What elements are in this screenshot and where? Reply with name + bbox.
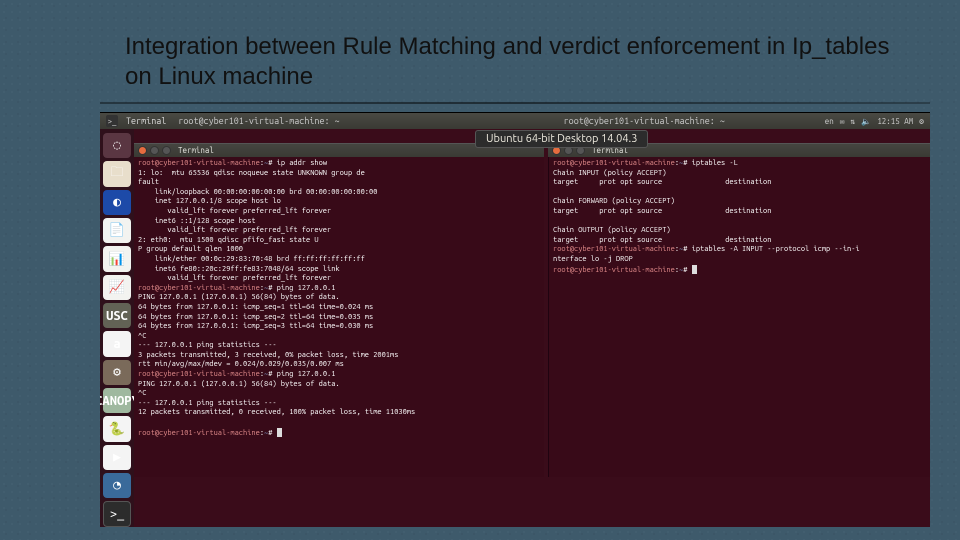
- software-center-icon[interactable]: USC: [103, 303, 131, 328]
- terminal-icon: >_: [106, 115, 118, 127]
- writer-icon[interactable]: 📄: [103, 218, 131, 243]
- close-icon[interactable]: [138, 146, 147, 155]
- menubar-tab-1[interactable]: root@cyber101-virtual-machine: ~: [178, 116, 339, 126]
- mail-indicator-icon[interactable]: ✉: [840, 117, 845, 126]
- menubar-app-name: Terminal: [126, 116, 166, 126]
- network-indicator-icon[interactable]: ⇅: [851, 117, 856, 126]
- lang-indicator-icon[interactable]: en: [825, 117, 834, 126]
- window-title: Terminal: [178, 146, 214, 155]
- settings-icon[interactable]: ⚙: [103, 360, 131, 385]
- terminal-left[interactable]: root@cyber101-virtual-machine:~# ip addr…: [134, 157, 544, 477]
- canopy-icon[interactable]: CANOPY: [103, 388, 131, 413]
- ubuntu-version-badge: Ubuntu 64-bit Desktop 14.04.3: [475, 130, 648, 148]
- dash-icon[interactable]: ◌: [103, 133, 131, 158]
- maximize-icon[interactable]: [162, 146, 171, 155]
- python-icon[interactable]: 🐍: [103, 416, 131, 441]
- unity-launcher: ◌ 🗀 ◐ 📄 📊 📈 USC a ⚙ CANOPY 🐍 ▶ ◔ >_: [100, 129, 134, 527]
- youtube-icon[interactable]: ▶: [103, 445, 131, 470]
- title-underline: [100, 102, 930, 104]
- clock[interactable]: 12:15 AM: [877, 117, 913, 126]
- minimize-icon[interactable]: [150, 146, 159, 155]
- terminal-right[interactable]: root@cyber101-virtual-machine:~# iptable…: [548, 157, 930, 477]
- impress-icon[interactable]: 📈: [103, 275, 131, 300]
- ubuntu-desktop: >_ Terminal root@cyber101-virtual-machin…: [100, 112, 930, 527]
- files-icon[interactable]: 🗀: [103, 161, 131, 186]
- gnome-menubar[interactable]: >_ Terminal root@cyber101-virtual-machin…: [100, 113, 930, 129]
- slide-title: Integration between Rule Matching and ve…: [125, 32, 900, 92]
- amazon-icon[interactable]: a: [103, 331, 131, 356]
- session-gear-icon[interactable]: ⚙: [919, 117, 924, 126]
- menubar-tab-2[interactable]: root@cyber101-virtual-machine: ~: [564, 116, 725, 126]
- calc-icon[interactable]: 📊: [103, 246, 131, 271]
- firefox-icon[interactable]: ◐: [103, 190, 131, 215]
- sound-indicator-icon[interactable]: 🔈: [861, 117, 871, 126]
- blue-app-icon[interactable]: ◔: [103, 473, 131, 498]
- terminal-launcher-icon[interactable]: >_: [103, 501, 131, 527]
